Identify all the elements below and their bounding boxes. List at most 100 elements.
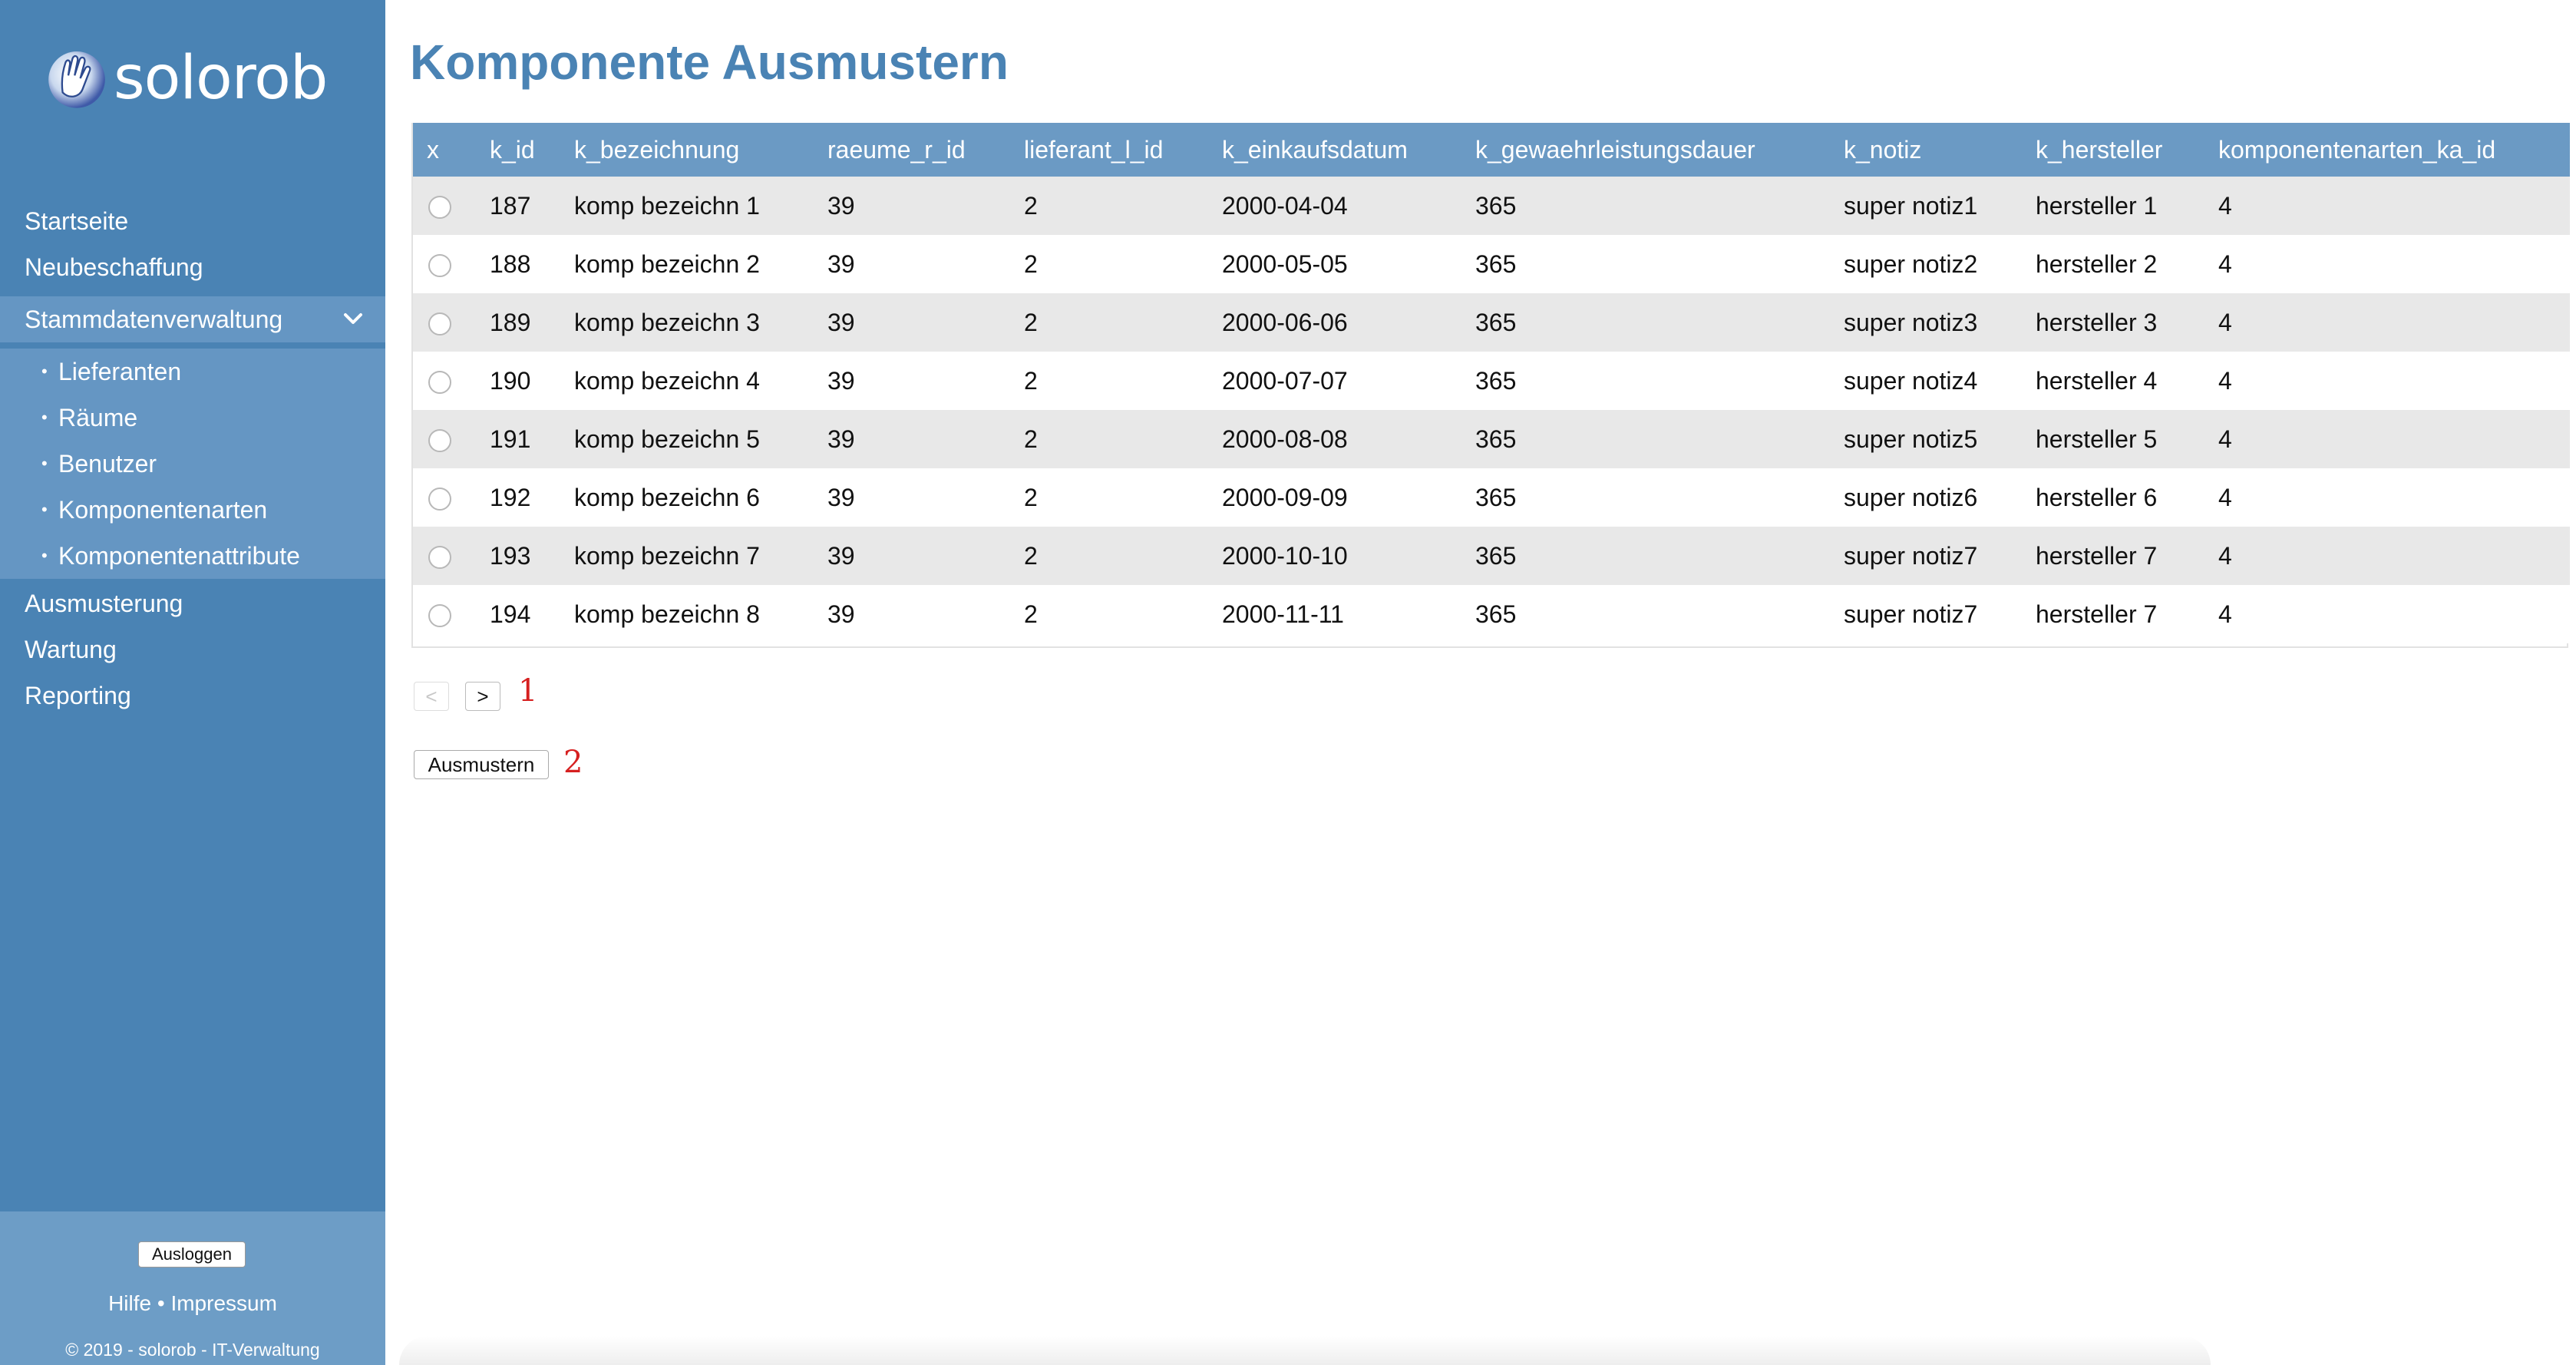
- bullet: •: [41, 408, 48, 427]
- sidebar-subitem-benutzer[interactable]: • Benutzer: [0, 441, 385, 487]
- table-cell: 39: [827, 250, 855, 278]
- prev-page-button[interactable]: <: [414, 682, 449, 711]
- bullet: •: [41, 500, 48, 519]
- sidebar-item-wartung[interactable]: Wartung: [0, 626, 385, 673]
- table-cell: komp bezeichn 7: [574, 541, 760, 570]
- imprint-link[interactable]: Impressum: [170, 1291, 276, 1315]
- sidebar-item-stammdatenverwaltung[interactable]: Stammdatenverwaltung: [0, 296, 385, 342]
- table-cell: 2: [1024, 191, 1038, 220]
- table-cell: 39: [827, 541, 855, 570]
- table-cell: 2000-11-11: [1222, 600, 1344, 628]
- table-cell: komp bezeichn 4: [574, 366, 760, 395]
- table-cell: 2000-08-08: [1222, 425, 1348, 453]
- table-cell: hersteller 5: [2036, 425, 2158, 453]
- column-header: k_notiz: [1844, 135, 1922, 164]
- table-cell: super notiz6: [1844, 483, 1978, 511]
- table-cell: 2000-05-05: [1222, 250, 1348, 278]
- table-cell: hersteller 3: [2036, 308, 2158, 336]
- select-cell: [413, 352, 476, 410]
- table-cell: 2: [1024, 366, 1038, 395]
- sidebar-subitem-lieferanten[interactable]: • Lieferanten: [0, 349, 385, 395]
- table-cell: 2000-09-09: [1222, 483, 1348, 511]
- sidebar-subitem-label: Komponentenattribute: [58, 542, 300, 570]
- sidebar-item-neubeschaffung[interactable]: Neubeschaffung: [0, 244, 385, 290]
- components-table-wrapper: x k_id k_bezeichnung raeume_r_id lieferant_l…: [411, 123, 2570, 648]
- components-table: x k_id k_bezeichnung raeume_r_id lieferant_l…: [413, 123, 2570, 643]
- row-select-radio[interactable]: [428, 546, 451, 570]
- logo[interactable]: solorob: [41, 40, 328, 117]
- help-link[interactable]: Hilfe: [108, 1291, 151, 1315]
- footer-links: Hilfe • Impressum: [0, 1291, 385, 1316]
- sidebar-item-label: Startseite: [25, 207, 129, 235]
- sidebar-subitem-komponentenattribute[interactable]: • Komponentenattribute: [0, 533, 385, 579]
- annotation-marker-2: 2: [563, 745, 583, 780]
- bullet: •: [41, 546, 48, 565]
- select-cell: [413, 177, 476, 235]
- retire-button[interactable]: Ausmustern: [414, 750, 549, 779]
- footer-separator: •: [157, 1291, 165, 1315]
- select-cell: [413, 293, 476, 352]
- sidebar-item-label: Wartung: [25, 636, 117, 663]
- row-select-radio[interactable]: [428, 604, 451, 628]
- select-cell: [413, 585, 476, 643]
- table-cell: 188: [490, 250, 531, 278]
- row-select-radio[interactable]: [428, 429, 451, 453]
- table-cell: 2000-04-04: [1222, 191, 1348, 220]
- robot-hand-logo-icon: [48, 51, 105, 108]
- sidebar-item-reporting[interactable]: Reporting: [0, 673, 385, 719]
- row-select-radio[interactable]: [428, 312, 451, 336]
- table-cell: komp bezeichn 3: [574, 308, 760, 336]
- table-cell: 2: [1024, 600, 1038, 628]
- table-row[interactable]: 187 komp bezeichn 1 39 2 2000-04-04 365 super …: [413, 177, 2570, 235]
- table-cell: 2: [1024, 541, 1038, 570]
- column-header: raeume_r_id: [827, 135, 966, 164]
- row-select-radio[interactable]: [428, 488, 451, 511]
- table-cell: 4: [2218, 366, 2232, 395]
- bullet: •: [41, 362, 48, 381]
- table-row[interactable]: 194 komp bezeichn 8 39 2 2000-11-11 365 super …: [413, 585, 2570, 643]
- row-select-radio[interactable]: [428, 196, 451, 220]
- select-cell: [413, 235, 476, 293]
- sidebar-subitem-label: Benutzer: [58, 450, 157, 478]
- table-cell: 365: [1475, 600, 1517, 628]
- sidebar-item-startseite[interactable]: Startseite: [0, 198, 385, 244]
- table-cell: 2000-06-06: [1222, 308, 1348, 336]
- table-row[interactable]: 191 komp bezeichn 5 39 2 2000-08-08 365 super …: [413, 410, 2570, 468]
- table-cell: super notiz5: [1844, 425, 1978, 453]
- column-header: k_bezeichnung: [574, 135, 740, 164]
- table-cell: 2: [1024, 425, 1038, 453]
- column-header: k_gewaehrleistungsdauer: [1475, 135, 1755, 164]
- logout-button[interactable]: Ausloggen: [138, 1241, 246, 1268]
- table-row[interactable]: 188 komp bezeichn 2 39 2 2000-05-05 365 super …: [413, 235, 2570, 293]
- table-cell: komp bezeichn 1: [574, 191, 760, 220]
- table-row[interactable]: 193 komp bezeichn 7 39 2 2000-10-10 365 super …: [413, 527, 2570, 585]
- table-cell: 39: [827, 308, 855, 336]
- select-cell: [413, 410, 476, 468]
- table-cell: hersteller 1: [2036, 191, 2158, 220]
- table-cell: 365: [1475, 541, 1517, 570]
- brand-name: solorob: [114, 44, 328, 113]
- table-row[interactable]: 189 komp bezeichn 3 39 2 2000-06-06 365 super …: [413, 293, 2570, 352]
- table-cell: hersteller 6: [2036, 483, 2158, 511]
- sidebar-item-label: Reporting: [25, 682, 131, 709]
- sidebar-item-ausmusterung[interactable]: Ausmusterung: [0, 580, 385, 626]
- table-cell: super notiz3: [1844, 308, 1978, 336]
- sidebar-subitem-raeume[interactable]: • Räume: [0, 395, 385, 441]
- bottom-shadow: [399, 1336, 2211, 1365]
- table-cell: komp bezeichn 8: [574, 600, 760, 628]
- sidebar-subitem-komponentenarten[interactable]: • Komponentenarten: [0, 487, 385, 533]
- table-cell: 39: [827, 600, 855, 628]
- table-cell: 365: [1475, 425, 1517, 453]
- table-cell: 365: [1475, 250, 1517, 278]
- row-select-radio[interactable]: [428, 371, 451, 395]
- chevron-down-icon[interactable]: [339, 296, 367, 342]
- row-select-radio[interactable]: [428, 254, 451, 278]
- table-cell: 365: [1475, 191, 1517, 220]
- next-page-button[interactable]: >: [465, 682, 500, 711]
- table-cell: 190: [490, 366, 531, 395]
- table-row[interactable]: 190 komp bezeichn 4 39 2 2000-07-07 365 super …: [413, 352, 2570, 410]
- table-cell: 2000-10-10: [1222, 541, 1348, 570]
- table-cell: super notiz2: [1844, 250, 1978, 278]
- column-header: k_id: [490, 135, 535, 164]
- table-row[interactable]: 192 komp bezeichn 6 39 2 2000-09-09 365 super …: [413, 468, 2570, 527]
